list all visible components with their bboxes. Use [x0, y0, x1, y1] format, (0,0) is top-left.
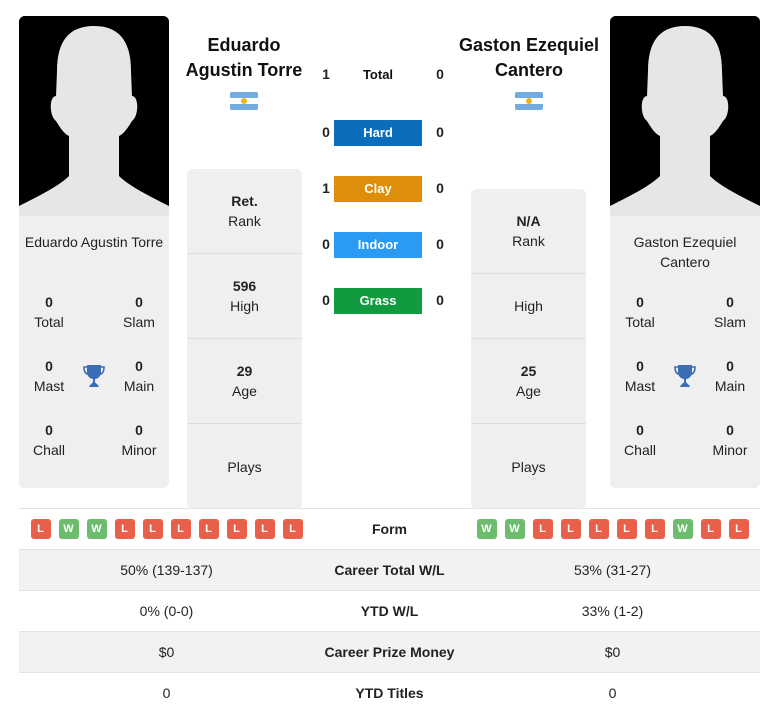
form-loss-badge[interactable]: L — [114, 519, 135, 539]
form-loss-badge[interactable]: L — [254, 519, 275, 539]
form-win-badge[interactable]: W — [504, 519, 525, 539]
title-chall: 0 Chall — [33, 422, 65, 458]
form-loss-badge[interactable]: L — [30, 519, 51, 539]
right-value: 53% (31-27) — [573, 562, 652, 578]
form-row: LWWLLLLLLL Form WWLLLLLWLL — [19, 508, 760, 549]
h2h-surfaces: 1 Total 0 0 Hard 0 1 Clay 0 0 Indoor 0 0… — [319, 62, 469, 322]
stat-age: 29 Age — [187, 339, 302, 424]
stat-high: High — [471, 274, 586, 339]
form-loss-badge[interactable]: L — [728, 519, 749, 539]
comparison-table: LWWLLLLLLL Form WWLLLLLWLL 50% (139-137)… — [19, 508, 760, 713]
h2h-hard: 0 Hard 0 — [319, 120, 469, 146]
title-main: 0 Main — [714, 358, 746, 394]
title-mast: 0 Mast — [624, 358, 656, 394]
table-row: 50% (139-137) Career Total W/L 53% (31-2… — [19, 549, 760, 590]
trophy-icon — [674, 365, 696, 387]
left-value: 0% (0-0) — [139, 603, 194, 619]
silhouette-icon — [610, 16, 760, 216]
stat-rank: Ret. Rank — [187, 169, 302, 254]
table-row: 0 YTD Titles 0 — [19, 672, 760, 713]
title-total: 0 Total — [34, 294, 64, 330]
left-value: 0 — [162, 685, 171, 701]
player1-name-line2[interactable]: Agustin Torre — [180, 58, 308, 83]
h2h-indoor: 0 Indoor 0 — [319, 232, 469, 258]
title-mast: 0 Mast — [33, 358, 65, 394]
player2-form: WWLLLLLWLL — [465, 519, 760, 539]
table-row: 0% (0-0) YTD W/L 33% (1-2) — [19, 590, 760, 631]
form-loss-badge[interactable]: L — [282, 519, 303, 539]
h2h-grass: 0 Grass 0 — [319, 288, 469, 314]
form-loss-badge[interactable]: L — [226, 519, 247, 539]
right-value: $0 — [604, 644, 621, 660]
title-minor: 0 Minor — [121, 422, 157, 458]
surface-grass-badge[interactable]: Grass — [334, 288, 422, 314]
player2-header: Gaston Ezequiel Cantero — [452, 33, 606, 83]
form-win-badge[interactable]: W — [58, 519, 79, 539]
argentina-flag-icon — [515, 92, 543, 110]
surface-hard-badge[interactable]: Hard — [334, 120, 422, 146]
title-slam: 0 Slam — [123, 294, 155, 330]
title-chall: 0 Chall — [624, 422, 656, 458]
argentina-flag-icon — [230, 92, 258, 110]
form-loss-badge[interactable]: L — [560, 519, 581, 539]
form-loss-badge[interactable]: L — [644, 519, 665, 539]
title-minor: 0 Minor — [712, 422, 748, 458]
row-label: Career Total W/L — [334, 562, 445, 578]
row-label: YTD Titles — [355, 685, 424, 701]
title-total: 0 Total — [625, 294, 655, 330]
form-label: Form — [372, 521, 407, 537]
surface-indoor-badge[interactable]: Indoor — [334, 232, 422, 258]
player1-name-line1[interactable]: Eduardo — [180, 33, 308, 58]
form-loss-badge[interactable]: L — [198, 519, 219, 539]
stat-rank: N/A Rank — [471, 189, 586, 274]
form-loss-badge[interactable]: L — [170, 519, 191, 539]
title-main: 0 Main — [123, 358, 155, 394]
form-win-badge[interactable]: W — [476, 519, 497, 539]
form-loss-badge[interactable]: L — [588, 519, 609, 539]
stat-plays: Plays — [227, 458, 262, 475]
stat-plays: Plays — [511, 458, 546, 475]
form-win-badge[interactable]: W — [672, 519, 693, 539]
player1-card: Eduardo Agustin Torre 0 Total 0 Slam 0 Mast… — [19, 216, 169, 488]
row-label: Career Prize Money — [324, 644, 455, 660]
player2-stats: N/A Rank High 25 Age Plays — [471, 189, 586, 509]
silhouette-icon — [19, 16, 169, 216]
right-value: 0 — [608, 685, 617, 701]
right-value: 33% (1-2) — [581, 603, 644, 619]
player2-name-line1[interactable]: Gaston Ezequiel — [452, 33, 606, 58]
form-loss-badge[interactable]: L — [532, 519, 553, 539]
form-loss-badge[interactable]: L — [616, 519, 637, 539]
form-loss-badge[interactable]: L — [142, 519, 163, 539]
trophy-icon — [83, 365, 105, 387]
player2-photo — [610, 16, 760, 216]
player1-form: LWWLLLLLLL — [19, 519, 314, 539]
player1-photo — [19, 16, 169, 216]
surface-clay-badge[interactable]: Clay — [334, 176, 422, 202]
form-win-badge[interactable]: W — [86, 519, 107, 539]
player2-card: Gaston Ezequiel Cantero 0 Total 0 Slam 0 Ma… — [610, 216, 760, 488]
table-row: $0 Career Prize Money $0 — [19, 631, 760, 672]
player1-header: Eduardo Agustin Torre — [180, 33, 308, 83]
player2-name-line2[interactable]: Cantero — [452, 58, 606, 83]
player2-card-name: Gaston Ezequiel Cantero — [633, 234, 737, 270]
left-value: $0 — [158, 644, 175, 660]
h2h-clay: 1 Clay 0 — [319, 176, 469, 202]
h2h-total: 1 Total 0 — [322, 66, 444, 82]
row-label: YTD W/L — [360, 603, 419, 619]
player1-stats: Ret. Rank 596 High 29 Age Plays — [187, 169, 302, 509]
player1-card-name: Eduardo Agustin Torre — [24, 234, 164, 250]
title-slam: 0 Slam — [714, 294, 746, 330]
form-loss-badge[interactable]: L — [700, 519, 721, 539]
left-value: 50% (139-137) — [120, 562, 213, 578]
stat-high: 596 High — [187, 254, 302, 339]
stat-age: 25 Age — [471, 339, 586, 424]
